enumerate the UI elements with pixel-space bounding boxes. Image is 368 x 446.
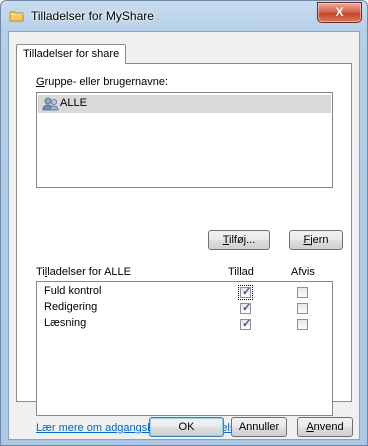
- table-row: Redigering ✓: [37, 300, 332, 316]
- apply-button[interactable]: Anvend: [297, 417, 353, 437]
- table-row: Fuld kontrol ✓: [37, 284, 332, 300]
- table-row: Læsning ✓: [37, 316, 332, 332]
- permission-name: Fuld kontrol: [44, 285, 102, 297]
- allow-checkbox[interactable]: ✓: [240, 318, 252, 330]
- permissions-list[interactable]: Fuld kontrol ✓ Redigering ✓ Læsning ✓: [36, 281, 333, 416]
- deny-header: Afvis: [291, 266, 315, 278]
- close-button[interactable]: X: [317, 2, 362, 23]
- users-icon: [42, 97, 59, 111]
- deny-checkbox[interactable]: [297, 303, 308, 314]
- dialog-client: Tilladelser for share Gruppe- eller brug…: [8, 31, 360, 440]
- users-listbox[interactable]: ALLE: [36, 92, 333, 188]
- close-icon: X: [335, 5, 344, 19]
- permissions-label: Tilladelser for ALLE: [36, 266, 131, 278]
- folder-icon: [9, 11, 24, 22]
- add-button[interactable]: Tilføj...: [208, 230, 270, 250]
- list-item-label: ALLE: [60, 97, 87, 109]
- tab-panel: Gruppe- eller brugernavne: ALLE Tilføj..…: [16, 63, 352, 434]
- allow-checkbox[interactable]: ✓: [238, 285, 253, 300]
- list-item[interactable]: ALLE: [38, 95, 331, 113]
- checkmark-icon: ✓: [242, 318, 252, 330]
- deny-checkbox[interactable]: [297, 287, 308, 298]
- permission-name: Redigering: [44, 301, 98, 313]
- checkmark-icon: ✓: [242, 286, 252, 298]
- groups-label: Gruppe- eller brugernavne:: [36, 76, 169, 88]
- checkmark-icon: ✓: [242, 302, 252, 314]
- cancel-button[interactable]: Annuller: [231, 417, 287, 437]
- permission-name: Læsning: [44, 317, 87, 329]
- permissions-dialog: Tilladelser for MyShare X Tilladelser fo…: [0, 0, 368, 446]
- title-bar[interactable]: Tilladelser for MyShare X: [1, 1, 367, 31]
- allow-header: Tillad: [228, 266, 254, 278]
- ok-button[interactable]: OK: [149, 417, 224, 437]
- window-title: Tilladelser for MyShare: [31, 9, 154, 23]
- deny-checkbox[interactable]: [297, 319, 308, 330]
- tab-permissions-share[interactable]: Tilladelser for share: [16, 44, 127, 64]
- allow-checkbox[interactable]: ✓: [240, 302, 252, 314]
- remove-button[interactable]: Fjern: [289, 230, 343, 250]
